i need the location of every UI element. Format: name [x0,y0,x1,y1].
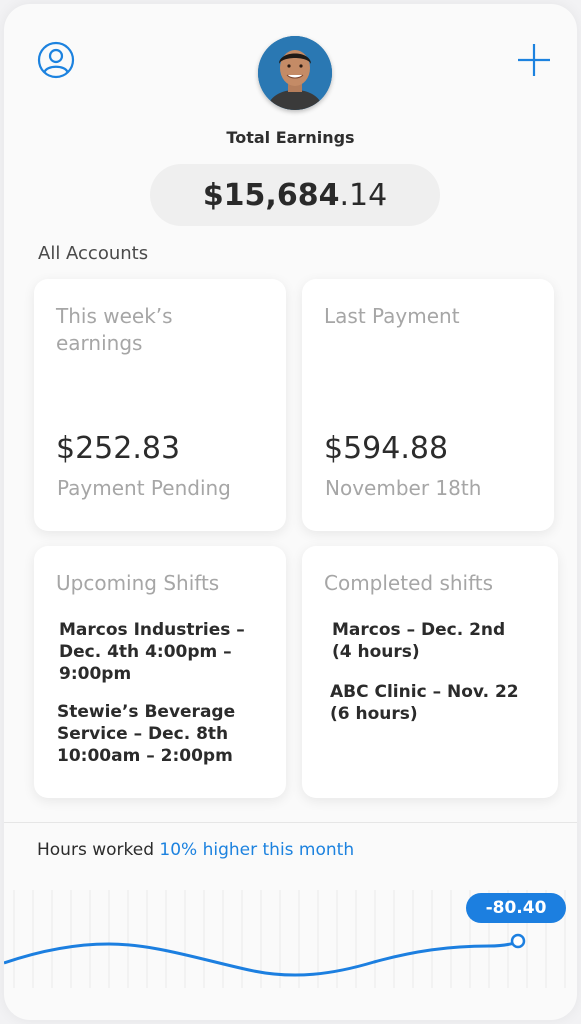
total-earnings-cents: .14 [339,177,388,213]
user-circle-icon[interactable] [34,38,78,82]
current-value-badge: -80.40 [466,893,566,923]
card-title: This week’s earnings [56,304,173,355]
shift-item: ABC Clinic – Nov. 22 (6 hours) [330,682,519,724]
completed-shifts-card[interactable]: Completed shifts Marcos – Dec. 2nd (4 ho… [302,546,558,798]
hours-worked-label: Hours worked 10% higher this month [37,840,354,860]
card-title: Upcoming Shifts [56,571,220,595]
total-earnings-value: $15,684.14 [150,164,440,226]
weekly-earnings-card[interactable]: This week’s earnings $252.83 Payment Pen… [34,279,286,531]
last-payment-date: November 18th [325,476,482,500]
section-divider [4,822,577,823]
last-payment-card[interactable]: Last Payment $594.88 November 18th [302,279,554,531]
shift-item: Marcos Industries – Dec. 4th 4:00pm – 9:… [59,620,245,684]
upcoming-shifts-card[interactable]: Upcoming Shifts Marcos Industries – Dec.… [34,546,286,798]
card-title: Completed shifts [324,571,494,595]
last-payment-amount: $594.88 [324,431,449,466]
payment-status: Payment Pending [57,476,231,500]
hours-worked-text: Hours worked [37,840,154,860]
total-earnings-label: Total Earnings [226,128,355,147]
plus-icon[interactable] [512,38,556,82]
avatar[interactable] [258,36,332,110]
hours-trend-text: 10% higher this month [159,840,355,860]
all-accounts-label[interactable]: All Accounts [38,243,148,264]
weekly-earnings-amount: $252.83 [56,431,181,466]
shift-item: Stewie’s Beverage Service – Dec. 8th 10:… [57,702,236,766]
card-title: Last Payment [324,304,460,328]
total-earnings-dollars: $15,684 [202,177,340,213]
shift-item: Marcos – Dec. 2nd (4 hours) [332,620,506,662]
app-screen: Total Earnings $15,684.14 All Accounts T… [4,4,577,1020]
current-value-marker [510,933,526,949]
